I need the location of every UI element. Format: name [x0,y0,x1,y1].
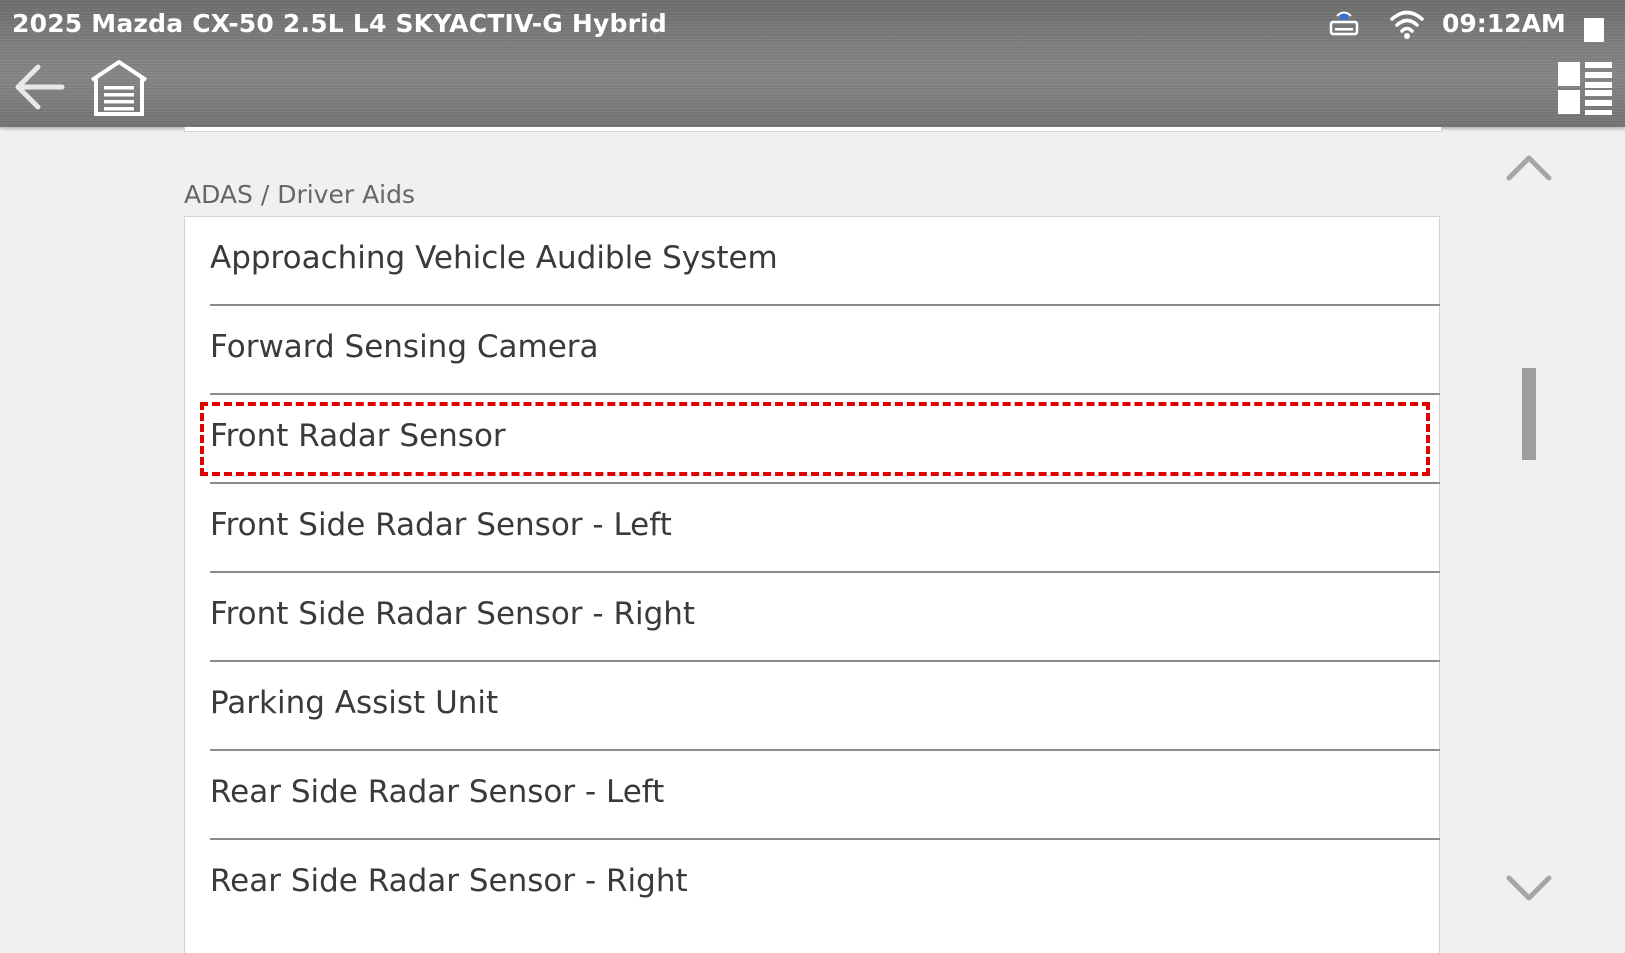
scroll-up-button[interactable] [1504,148,1554,188]
wifi-icon [1390,10,1424,39]
back-button[interactable] [10,57,70,117]
list-item-label: Rear Side Radar Sensor - Left [210,774,665,810]
list-item-label: Rear Side Radar Sensor - Right [210,863,688,899]
list-item-rear-side-radar-sensor-right[interactable]: Rear Side Radar Sensor - Right [210,840,1440,929]
header-bar: 2025 Mazda CX-50 2.5L L4 SKYACTIV-G Hybr… [0,0,1625,127]
chevron-up-icon [1506,155,1552,181]
list-item-front-side-radar-sensor-right[interactable]: Front Side Radar Sensor - Right [210,573,1440,662]
home-button[interactable] [88,58,150,120]
list-item-rear-side-radar-sensor-left[interactable]: Rear Side Radar Sensor - Left [210,751,1440,840]
list-item-label: Front Side Radar Sensor - Right [210,596,696,632]
scrollbar-thumb[interactable] [1522,368,1536,460]
battery-icon [1584,18,1604,42]
back-arrow-icon [15,64,65,110]
chevron-down-icon [1506,875,1552,901]
previous-section-card-edge [184,127,1442,132]
list-item-label: Forward Sensing Camera [210,329,599,365]
list-item-parking-assist-unit[interactable]: Parking Assist Unit [210,662,1440,751]
list-item-label: Front Side Radar Sensor - Left [210,507,672,543]
vehicle-title: 2025 Mazda CX-50 2.5L L4 SKYACTIV-G Hybr… [12,9,668,38]
section-title: ADAS / Driver Aids [184,180,416,209]
list-item-forward-sensing-camera[interactable]: Forward Sensing Camera [210,306,1440,395]
list-item-label: Parking Assist Unit [210,685,499,721]
clock: 09:12AM [1442,9,1566,38]
vehicle-interface-icon [1329,11,1359,36]
list-item-approaching-vehicle-audible-system[interactable]: Approaching Vehicle Audible System [210,217,1440,306]
list-item-front-radar-sensor[interactable]: Front Radar Sensor [210,395,1440,484]
garage-home-icon [90,60,148,116]
list-item-label: Approaching Vehicle Audible System [210,240,778,276]
system-list: Approaching Vehicle Audible System Forwa… [184,216,1440,953]
view-toggle-button[interactable] [1558,60,1612,116]
scroll-down-button[interactable] [1504,868,1554,908]
list-item-label: Front Radar Sensor [210,418,506,454]
view-toggle-icon [1558,62,1612,115]
app-window: 2025 Mazda CX-50 2.5L L4 SKYACTIV-G Hybr… [0,0,1625,953]
list-item-front-side-radar-sensor-left[interactable]: Front Side Radar Sensor - Left [210,484,1440,573]
